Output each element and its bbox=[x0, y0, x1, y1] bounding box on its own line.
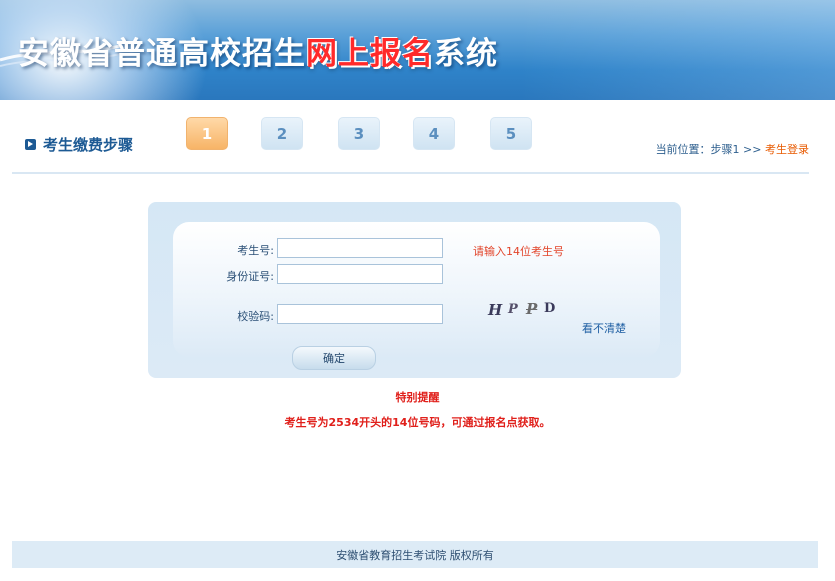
step-4-button[interactable]: 4 bbox=[413, 117, 455, 150]
captcha-char: P bbox=[508, 302, 518, 317]
id-card-label: 身份证号: bbox=[226, 270, 274, 283]
step-1-button[interactable]: 1 bbox=[186, 117, 228, 150]
site-title-part2: 系统 bbox=[434, 36, 498, 72]
id-card-input[interactable] bbox=[277, 264, 443, 284]
captcha-char: D bbox=[544, 301, 556, 316]
step-2-button[interactable]: 2 bbox=[261, 117, 303, 150]
exam-no-input[interactable] bbox=[277, 238, 443, 258]
site-title: 安徽省普通高校招生网上报名系统 bbox=[18, 28, 498, 73]
login-panel bbox=[148, 202, 681, 378]
captcha-char: H bbox=[488, 301, 503, 319]
steps-heading: 考生缴费步骤 bbox=[25, 134, 133, 155]
refresh-captcha-link[interactable]: 看不清楚 bbox=[582, 320, 626, 336]
breadcrumb-current: 考生登录 bbox=[765, 143, 809, 156]
step-3-button[interactable]: 3 bbox=[338, 117, 380, 150]
captcha-input[interactable] bbox=[277, 304, 443, 324]
site-title-highlight: 网上报名 bbox=[306, 36, 434, 72]
exam-no-label: 考生号: bbox=[237, 244, 274, 257]
arrow-bullet-icon bbox=[25, 139, 36, 150]
notice-title: 特别提醒 bbox=[395, 391, 440, 404]
submit-button[interactable]: 确定 bbox=[292, 346, 376, 370]
exam-no-hint: 请输入14位考生号 bbox=[473, 245, 564, 258]
steps-heading-label: 考生缴费步骤 bbox=[43, 136, 134, 154]
footer: 安徽省教育招生考试院 版权所有 bbox=[12, 541, 818, 568]
header-banner: 安徽省普通高校招生网上报名系统 bbox=[0, 0, 835, 100]
notice-text: 考生号为2534开头的14位号码，可通过报名点获取。 bbox=[284, 416, 551, 429]
step-5-button[interactable]: 5 bbox=[490, 117, 532, 150]
site-title-part1: 安徽省普通高校招生 bbox=[18, 36, 306, 72]
captcha-image[interactable]: H P P D bbox=[484, 300, 560, 322]
captcha-char: P bbox=[526, 300, 538, 318]
step-divider bbox=[12, 172, 809, 174]
footer-copyright: 安徽省教育招生考试院 版权所有 bbox=[336, 548, 494, 562]
captcha-label: 校验码: bbox=[237, 310, 274, 323]
breadcrumb-prefix: 当前位置：步骤1 >> bbox=[655, 143, 765, 156]
breadcrumb: 当前位置：步骤1 >> 考生登录 bbox=[656, 141, 809, 157]
